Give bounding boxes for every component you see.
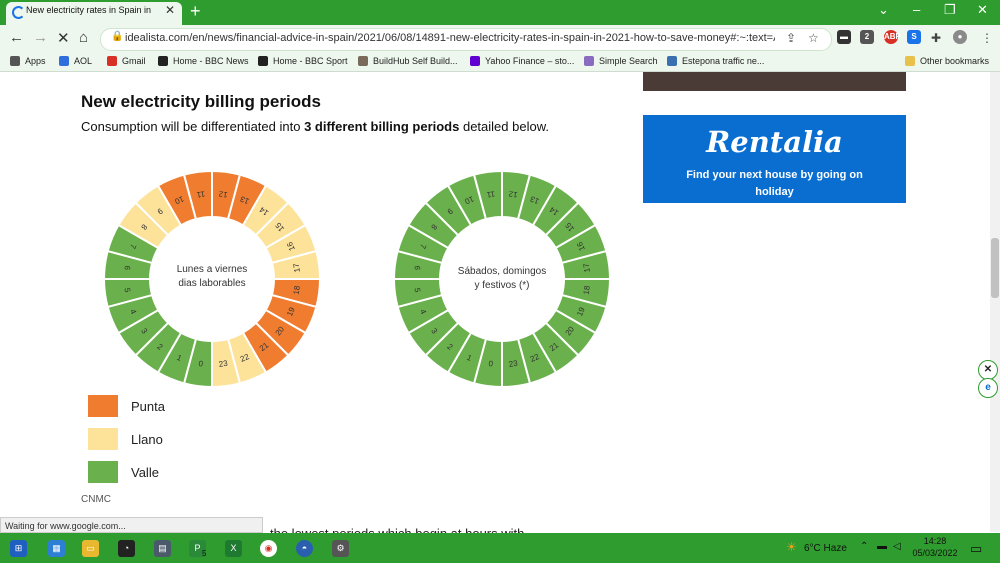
weekday-wheel-label-1: Lunes a viernes [177, 264, 248, 275]
hour-label: 23 [218, 359, 229, 369]
forward-icon[interactable]: → [33, 29, 48, 46]
bookmark-item[interactable]: Home - BBC News [173, 56, 249, 66]
browser-app-icon[interactable]: ◓ [296, 540, 313, 557]
billing-periods-chart: 012345678910 11 12 1314151617181920212223 0… [102, 169, 612, 389]
tab-title: New electricity rates in Spain in 2021 [26, 5, 154, 15]
section-heading: New electricity billing periods [81, 92, 321, 111]
simple-search-icon [584, 56, 594, 66]
back-icon[interactable]: ← [9, 29, 24, 46]
puzzle-icon[interactable]: ✚ [931, 31, 941, 45]
start-windows-icon[interactable]: ⊞ [10, 540, 27, 557]
stop-icon[interactable]: ✕ [57, 29, 70, 47]
bookmark-item[interactable]: Apps [25, 56, 46, 66]
hour-label: 18 [582, 285, 592, 296]
ad-image-strip[interactable] [643, 72, 906, 91]
bookmark-item[interactable]: BuildHub Self Build... [373, 56, 458, 66]
bbc-icon [158, 56, 168, 66]
settings-gear-icon[interactable]: ⚙ [332, 540, 349, 557]
folder-icon [905, 56, 915, 66]
maximize-button[interactable]: ❐ [944, 2, 956, 18]
scrollbar[interactable] [990, 72, 1000, 532]
scrollbar-thumb[interactable] [991, 238, 999, 298]
adblock-icon[interactable]: ABP [884, 30, 901, 44]
hour-label: 12 [508, 189, 519, 199]
loading-spinner-icon [12, 6, 25, 19]
hour-label: 18 [292, 285, 302, 296]
tray-chevron-icon[interactable]: ⌃ [860, 541, 868, 552]
status-bubble: Waiting for www.google.com... [0, 517, 263, 533]
legend-swatch-punta [88, 395, 118, 417]
extension-badge-icon[interactable]: 2 [860, 30, 874, 44]
lock-icon[interactable]: 🔒 [111, 31, 123, 42]
url-text[interactable]: idealista.com/en/news/financial-advice-i… [125, 32, 775, 44]
close-side-icon[interactable]: ✕ [978, 360, 998, 380]
clock-time[interactable]: 14:28 [918, 536, 952, 546]
bookmark-item[interactable]: Home - BBC Sport [273, 56, 348, 66]
close-tab-icon[interactable]: ✕ [165, 3, 175, 17]
calculator-icon[interactable]: ▤ [154, 540, 171, 557]
hour-label: 17 [582, 262, 592, 273]
bookmark-item[interactable]: Yahoo Finance – sto... [485, 56, 574, 66]
buildhub-icon [358, 56, 368, 66]
volume-icon[interactable]: ◁ [893, 541, 901, 552]
rentalia-ad[interactable]: Rentalia Find your next house by going o… [643, 115, 906, 203]
bookmark-item[interactable]: Simple Search [599, 56, 658, 66]
weather-icon[interactable]: ☀ [786, 540, 797, 554]
ad-brand-logo: Rentalia [706, 125, 843, 159]
bookmark-item[interactable]: Estepona traffic ne... [682, 56, 764, 66]
hour-label: 17 [292, 262, 302, 273]
hour-label: 23 [508, 359, 519, 369]
bookmark-item[interactable]: AOL [74, 56, 92, 66]
speedometer-app-icon[interactable]: ◔ [118, 540, 135, 557]
bookmark-star-icon[interactable]: ☆ [808, 31, 819, 45]
s-extension-icon[interactable]: S [907, 30, 921, 44]
other-bookmarks[interactable]: Other bookmarks [920, 56, 989, 66]
app-badge-count: 5 [202, 549, 207, 558]
yahoo-icon [470, 56, 480, 66]
network-icon[interactable]: ▬ [877, 541, 887, 552]
edge-sidebar-icon[interactable]: e [978, 378, 998, 398]
excel-icon[interactable]: X [225, 540, 242, 557]
notifications-icon[interactable]: ▭ [970, 541, 982, 557]
profile-avatar[interactable]: ● [953, 30, 967, 44]
minimize-button[interactable]: – [913, 2, 920, 17]
bookmark-item[interactable]: Gmail [122, 56, 146, 66]
gmail-icon [107, 56, 117, 66]
weekend-wheel: 012345678910 11 12 1314151617181920212223 [392, 169, 612, 389]
weekend-wheel-label-2: y festivos (*) [474, 280, 529, 291]
tab-search-icon[interactable]: ⌄ [878, 2, 889, 18]
windows-taskbar [0, 533, 1000, 563]
legend-label-punta: Punta [131, 399, 165, 414]
image-credit: CNMC [81, 494, 111, 505]
aol-icon [59, 56, 69, 66]
hour-label: 12 [218, 189, 229, 199]
legend-swatch-valle [88, 461, 118, 483]
file-explorer-icon[interactable]: ▭ [82, 540, 99, 557]
chrome-icon[interactable]: ◉ [260, 540, 277, 557]
weekday-wheel-label-2: dias laborables [178, 278, 245, 289]
section-intro: Consumption will be differentiated into … [81, 119, 549, 134]
menu-kebab-icon[interactable]: ⋮ [981, 31, 993, 45]
ad-tagline: Find your next house by going on holiday [686, 169, 863, 198]
estepona-icon [667, 56, 677, 66]
close-window-button[interactable]: ✕ [977, 2, 988, 18]
bbc-icon [258, 56, 268, 66]
legend-label-valle: Valle [131, 465, 159, 480]
new-tab-button[interactable]: + [190, 1, 201, 22]
legend-swatch-llano [88, 428, 118, 450]
taskbar-app-icon[interactable]: ▦ [48, 540, 65, 557]
clock-date[interactable]: 05/03/2022 [911, 548, 959, 558]
extension-icon[interactable]: ▬ [837, 30, 851, 44]
apps-grid-icon [10, 56, 20, 66]
share-icon[interactable]: ⇪ [786, 31, 796, 45]
weekend-wheel-label-1: Sábados, domingos [458, 266, 546, 277]
weather-text[interactable]: 6°C Haze [804, 543, 847, 554]
legend-label-llano: Llano [131, 432, 163, 447]
home-icon[interactable]: ⌂ [79, 29, 88, 46]
